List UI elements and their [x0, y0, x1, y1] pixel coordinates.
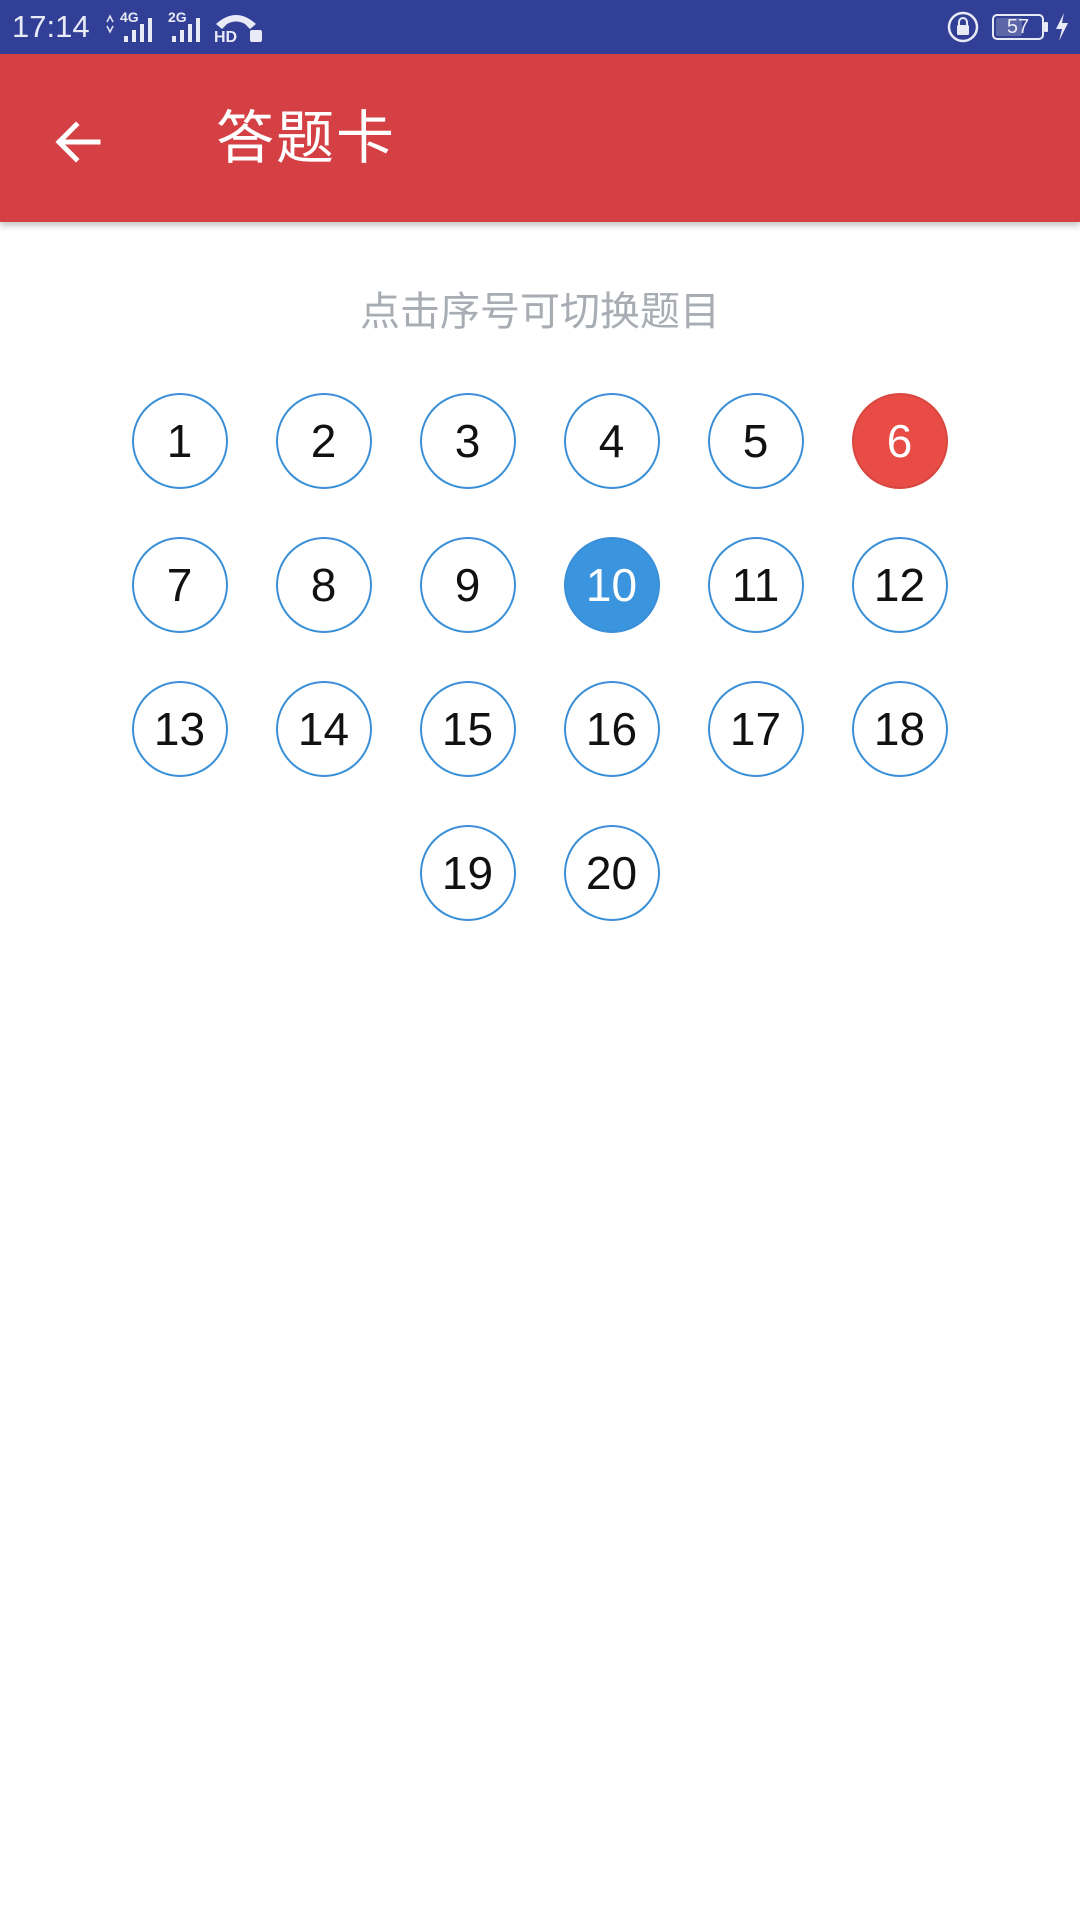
question-number-1[interactable]: 1 — [131, 392, 228, 489]
question-number-10[interactable]: 10 — [563, 536, 660, 633]
question-number-11[interactable]: 11 — [707, 536, 804, 633]
question-grid: 1 2 3 4 5 6 7 8 9 10 11 12 13 14 15 16 17 18 19 20 — [0, 0, 1080, 1920]
question-number-5[interactable]: 5 — [707, 392, 804, 489]
question-number-7[interactable]: 7 — [131, 536, 228, 633]
question-number-20[interactable]: 20 — [563, 824, 660, 921]
question-number-2[interactable]: 2 — [275, 392, 372, 489]
question-number-3[interactable]: 3 — [419, 392, 516, 489]
question-number-13[interactable]: 13 — [131, 680, 228, 777]
question-number-15[interactable]: 15 — [419, 680, 516, 777]
question-number-8[interactable]: 8 — [275, 536, 372, 633]
question-number-14[interactable]: 14 — [275, 680, 372, 777]
question-number-4[interactable]: 4 — [563, 392, 660, 489]
question-number-16[interactable]: 16 — [563, 680, 660, 777]
question-number-17[interactable]: 17 — [707, 680, 804, 777]
question-number-9[interactable]: 9 — [419, 536, 516, 633]
question-number-6[interactable]: 6 — [851, 392, 948, 489]
question-number-12[interactable]: 12 — [851, 536, 948, 633]
question-number-18[interactable]: 18 — [851, 680, 948, 777]
question-number-19[interactable]: 19 — [419, 824, 516, 921]
